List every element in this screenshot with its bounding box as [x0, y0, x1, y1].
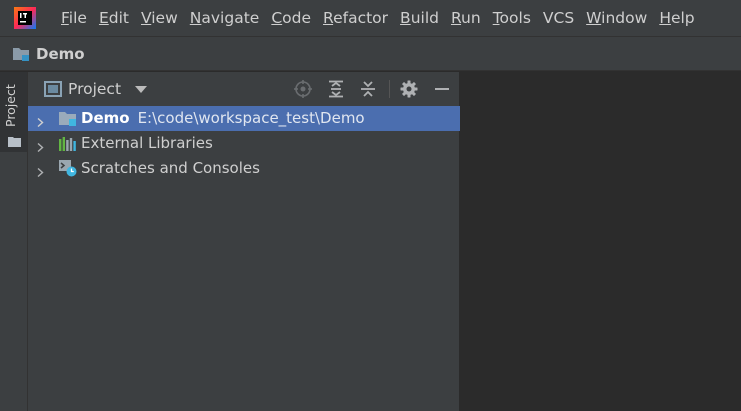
menu-view-mnemonic: V [140, 9, 152, 27]
target-icon[interactable] [294, 80, 312, 98]
menu-window[interactable]: Window [580, 0, 653, 36]
menu-view[interactable]: View [135, 0, 184, 36]
minimize-icon[interactable] [433, 80, 451, 98]
module-folder-icon [59, 110, 77, 127]
expand-all-icon[interactable] [327, 80, 345, 98]
menu-run-mnemonic: R [450, 9, 462, 27]
menu-edit-label: dit [108, 9, 129, 27]
menu-refactor-mnemonic: R [323, 9, 334, 27]
menu-tools-mnemonic: T [492, 9, 500, 27]
tree-item-demo: Demo E:\code\workspace_test\Demo [81, 109, 365, 127]
project-panel-header: Project [28, 72, 459, 106]
tree-item-external-libraries: External Libraries [81, 134, 213, 152]
navigation-bar: Demo [0, 36, 741, 71]
menu-bar: File Edit View Navigate Code Refactor Bu… [0, 0, 741, 36]
menu-run-label: un [461, 9, 481, 27]
menu-navigate-mnemonic: N [189, 9, 202, 27]
menu-code-mnemonic: C [271, 9, 283, 27]
menu-file-mnemonic: F [61, 9, 69, 27]
menu-file-label: ile [68, 9, 87, 27]
tree-row-demo[interactable]: Demo E:\code\workspace_test\Demo [28, 106, 460, 131]
scratch-icon [59, 160, 77, 177]
project-folder-icon [12, 46, 30, 62]
chevron-right-icon[interactable] [36, 163, 45, 178]
menu-window-label: indow [601, 9, 648, 27]
project-tree: Demo E:\code\workspace_test\Demo External… [28, 106, 460, 181]
collapse-all-icon[interactable] [359, 80, 377, 98]
menu-code[interactable]: Code [265, 0, 317, 36]
tree-item-scratches: Scratches and Consoles [81, 159, 260, 177]
menu-build-mnemonic: B [400, 9, 411, 27]
menu-run[interactable]: Run [445, 0, 487, 36]
project-view-icon [44, 81, 62, 97]
menu-help-label: elp [670, 9, 695, 27]
project-tab-label: Project [3, 84, 18, 127]
menu-refactor-label: efactor [333, 9, 389, 27]
menu-edit-mnemonic: E [98, 9, 109, 27]
menu-vcs[interactable]: VCS [537, 0, 580, 36]
chevron-down-icon[interactable] [135, 85, 148, 93]
menu-help[interactable]: Help [653, 0, 700, 36]
menu-view-label: iew [151, 9, 178, 27]
tree-row-scratches[interactable]: Scratches and Consoles [28, 156, 460, 181]
menu-build[interactable]: Build [394, 0, 445, 36]
menu-navigate-label: avigate [201, 9, 260, 27]
menu-refactor[interactable]: Refactor [317, 0, 394, 36]
panel-title[interactable]: Project [68, 80, 121, 98]
chevron-right-icon[interactable] [36, 138, 45, 153]
menu-build-label: uild [410, 9, 439, 27]
library-icon [59, 135, 77, 152]
menu-edit[interactable]: Edit [93, 0, 135, 36]
breadcrumb-project[interactable]: Demo [36, 45, 85, 63]
tree-item-path: E:\code\workspace_test\Demo [137, 109, 365, 127]
folder-icon [8, 132, 21, 147]
menu-vcs-mnemonic: VCS [542, 9, 575, 27]
menu-window-mnemonic: W [586, 9, 602, 27]
menu-help-mnemonic: H [659, 9, 671, 27]
menu-file[interactable]: File [55, 0, 93, 36]
tree-row-external-libraries[interactable]: External Libraries [28, 131, 460, 156]
left-tool-strip: Project [0, 72, 28, 411]
menu-navigate[interactable]: Navigate [184, 0, 266, 36]
intellij-logo-icon [13, 6, 37, 30]
editor-area[interactable] [461, 72, 741, 411]
chevron-right-icon[interactable] [36, 113, 45, 128]
toolbar-separator [389, 80, 390, 98]
project-panel: Project Demo E:\code\workspace_test\Demo… [28, 72, 460, 411]
tree-item-name: Demo [81, 109, 130, 127]
menu-code-label: ode [282, 9, 312, 27]
gear-icon[interactable] [400, 80, 418, 98]
menu-tools[interactable]: Tools [487, 0, 537, 36]
project-tool-window-tab[interactable]: Project [0, 72, 27, 152]
menu-tools-label: ools [499, 9, 531, 27]
